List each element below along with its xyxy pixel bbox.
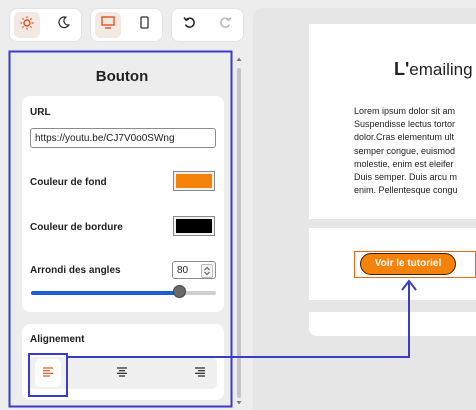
annotation-overlay [8, 50, 417, 408]
align-highlight-box [28, 353, 68, 397]
annotation-arrow-line [67, 283, 410, 358]
